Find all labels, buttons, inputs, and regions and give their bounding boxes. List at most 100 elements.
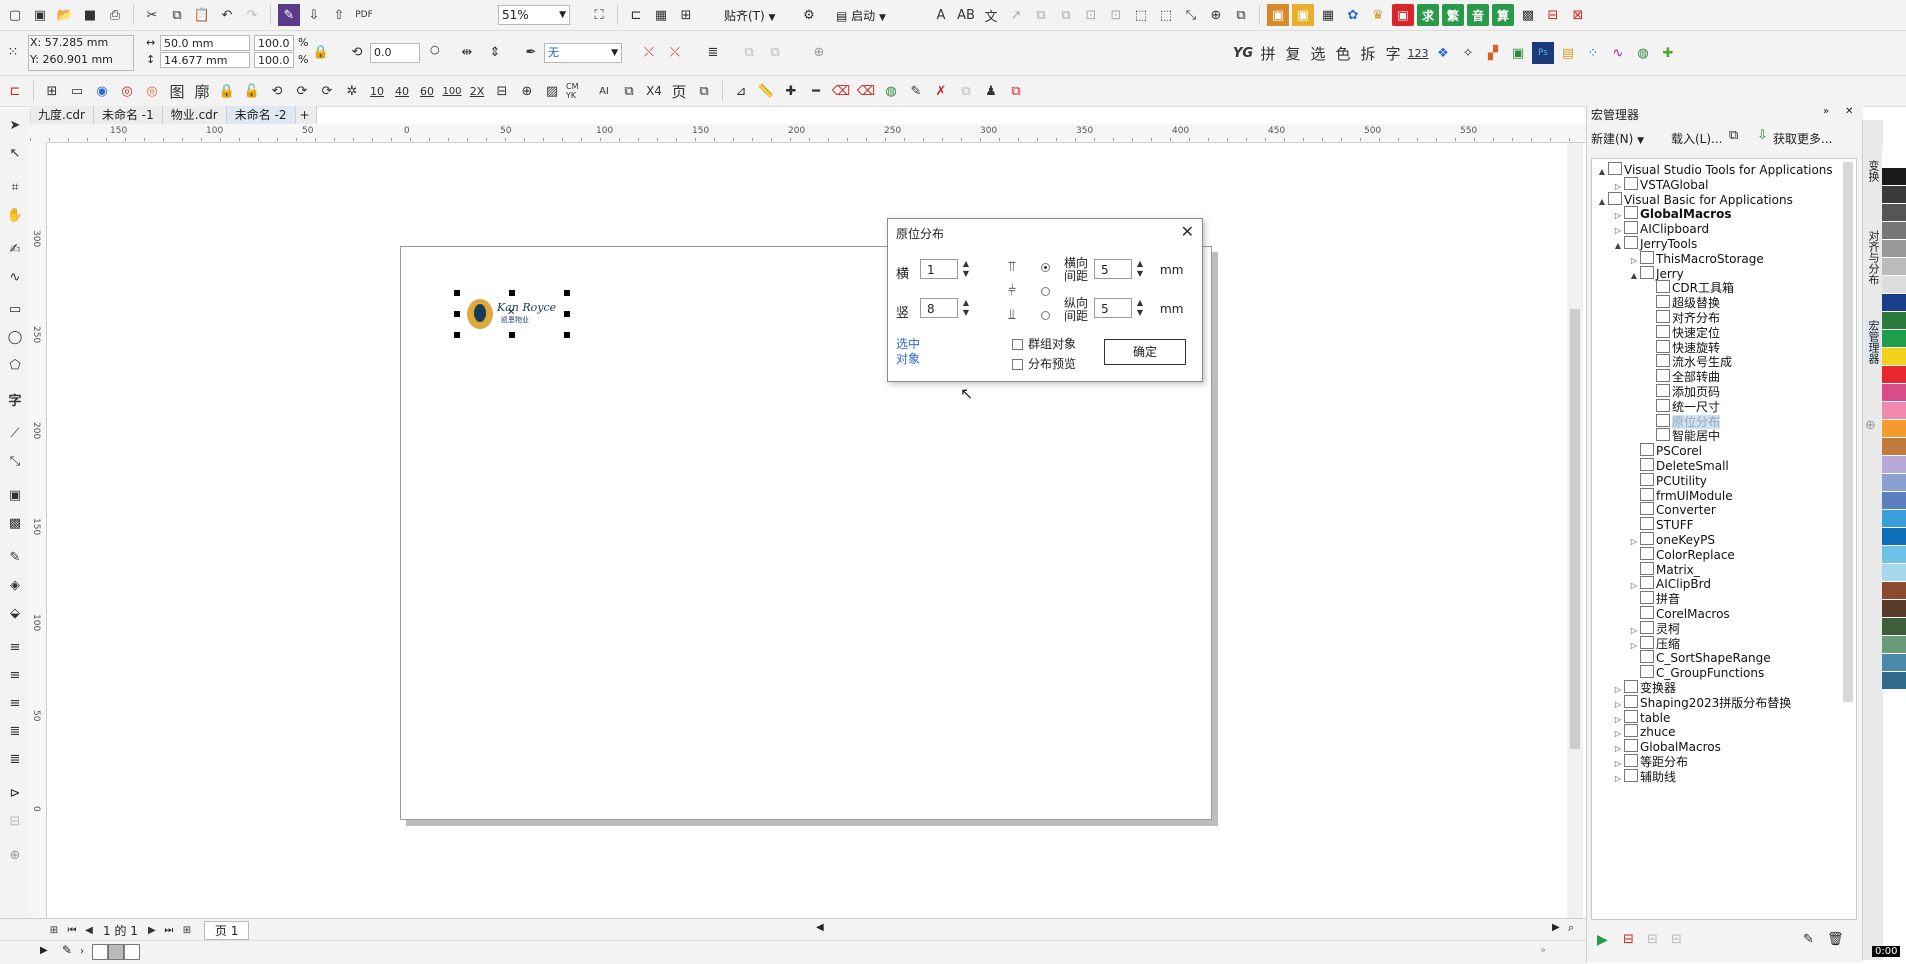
chevron-up-icon[interactable]: ▲ bbox=[1134, 298, 1146, 308]
color-swatch[interactable] bbox=[1882, 456, 1906, 474]
crop-tool-icon[interactable]: ⌗ bbox=[3, 176, 27, 198]
macro-curve-icon[interactable]: ∿ bbox=[1607, 42, 1629, 64]
tab-jiudu[interactable]: 九度.cdr bbox=[30, 106, 94, 124]
color-swatch[interactable] bbox=[1882, 636, 1906, 654]
color-swatch[interactable] bbox=[1882, 618, 1906, 636]
macro-xuan-icon[interactable]: 选 bbox=[1307, 42, 1329, 64]
color-swatch[interactable] bbox=[1882, 240, 1906, 258]
tree-node[interactable]: ▷ 辅助线 bbox=[1612, 768, 1676, 786]
color-swatch[interactable] bbox=[1882, 294, 1906, 312]
align-right-icon[interactable]: ≡ bbox=[3, 692, 27, 714]
macro-icon-17[interactable]: ⊟ bbox=[1542, 4, 1564, 26]
last-page-icon[interactable]: ⏭ bbox=[162, 919, 176, 941]
object-origin-icon[interactable]: ⁙ bbox=[2, 41, 24, 63]
color-swatch[interactable] bbox=[1882, 474, 1906, 492]
chevron-right-icon[interactable]: » bbox=[1540, 945, 1546, 956]
macro-knot-icon[interactable]: ❖ bbox=[1432, 42, 1454, 64]
macro-image-icon[interactable]: ▣ bbox=[1507, 42, 1529, 64]
color-swatch[interactable] bbox=[1882, 528, 1906, 546]
shape-tool-icon[interactable]: ↖ bbox=[3, 142, 27, 164]
macro-icon-10[interactable]: ⧉ bbox=[1230, 4, 1252, 26]
macro-globe-icon[interactable]: ◍ bbox=[1632, 42, 1654, 64]
color-swatch[interactable] bbox=[1882, 330, 1906, 348]
chevron-up-icon[interactable]: ▲ bbox=[960, 259, 972, 269]
eyedropper-icon[interactable]: ✎ bbox=[62, 943, 72, 957]
tab-untitled-2[interactable]: 未命名 -2 bbox=[226, 106, 296, 124]
macro-fu-icon[interactable]: 复 bbox=[1282, 42, 1304, 64]
macro-traditional-icon[interactable]: 繁 bbox=[1442, 4, 1464, 26]
settings-cog-icon[interactable]: ✲ bbox=[341, 80, 363, 102]
page-macro-icon[interactable]: 页 bbox=[668, 80, 690, 102]
ungroup-icon[interactable]: ⧉ bbox=[764, 41, 786, 63]
target-icon[interactable]: ⊕ bbox=[516, 80, 538, 102]
mirror-horizontal-icon[interactable]: ⇹ bbox=[456, 41, 478, 63]
polygon-tool-icon[interactable]: ⬠ bbox=[3, 354, 27, 376]
minus-icon[interactable]: ━ bbox=[805, 80, 827, 102]
ruler-icon[interactable]: 📏 bbox=[755, 80, 777, 102]
macro-tree[interactable]: ▲ Visual Studio Tools for Applications ▷ VS… bbox=[1591, 158, 1857, 920]
macro-icon-3[interactable]: ⧉ bbox=[1055, 4, 1077, 26]
justify-icon[interactable]: ≣ bbox=[3, 720, 27, 742]
color-swatch[interactable] bbox=[1882, 258, 1906, 276]
lock-ratio-icon[interactable]: 🔒 bbox=[310, 41, 332, 63]
color-swatch[interactable] bbox=[1882, 510, 1906, 528]
expand-toggle-icon[interactable]: ▲ bbox=[1596, 193, 1608, 211]
add-page-icon[interactable]: ⊞ bbox=[179, 919, 195, 941]
refresh-icon[interactable]: ⟳ bbox=[316, 80, 338, 102]
copy-icon[interactable]: ⧉ bbox=[1729, 128, 1738, 143]
tool-icon-2[interactable]: ▭ bbox=[66, 80, 88, 102]
show-grid-icon[interactable]: ▦ bbox=[650, 4, 672, 26]
close-icon[interactable]: ✕ bbox=[1181, 222, 1194, 241]
new-document-icon[interactable]: ▢ bbox=[4, 4, 26, 26]
size-60-icon[interactable]: 60 bbox=[416, 80, 438, 102]
macro-shape-icon[interactable]: ✧ bbox=[1457, 42, 1479, 64]
show-guides-icon[interactable]: ⊞ bbox=[675, 4, 697, 26]
interactive-fill-icon[interactable]: ◈ bbox=[3, 574, 27, 596]
expand-toggle-icon[interactable]: ▲ bbox=[1612, 237, 1624, 255]
distribute-preview-checkbox[interactable] bbox=[1012, 359, 1023, 370]
copy-pages-icon[interactable]: ⧉ bbox=[618, 80, 640, 102]
macro-icon-6[interactable]: ⬚ bbox=[1130, 4, 1152, 26]
next-page-icon[interactable]: ▶ bbox=[145, 919, 159, 941]
new-macro-dropdown[interactable]: 新建(N) ▼ bbox=[1591, 130, 1644, 147]
selection-handle[interactable] bbox=[509, 332, 515, 338]
color-swatch[interactable] bbox=[1882, 150, 1906, 168]
export-icon[interactable]: ⇧ bbox=[328, 4, 350, 26]
size-100-icon[interactable]: 100 bbox=[441, 80, 463, 102]
rotate-icon[interactable]: ⟲ bbox=[346, 41, 368, 63]
full-screen-icon[interactable]: ⛶ bbox=[588, 4, 610, 26]
macro-sound-icon[interactable]: 音 bbox=[1467, 4, 1489, 26]
export-pdf-icon[interactable]: PDF bbox=[353, 4, 375, 26]
chevron-up-icon[interactable]: ▲ bbox=[1134, 259, 1146, 269]
save-icon[interactable]: ■ bbox=[79, 4, 101, 26]
rotate-right-icon[interactable]: ⟳ bbox=[291, 80, 313, 102]
rotate-left-icon[interactable]: ⟲ bbox=[266, 80, 288, 102]
first-page-icon[interactable]: ⏮ bbox=[65, 919, 79, 941]
eraser-icon[interactable]: ⌫ bbox=[830, 80, 852, 102]
select-objects-link[interactable]: 选中对象 bbox=[896, 337, 924, 367]
macro-yg-icon[interactable]: YG bbox=[1232, 42, 1254, 64]
color-swatch[interactable] bbox=[1882, 402, 1906, 420]
scale-height-field[interactable]: 100.0 bbox=[254, 52, 294, 68]
macro-color-icon[interactable]: ▞ bbox=[1482, 42, 1504, 64]
drop-shadow-icon[interactable]: ▣ bbox=[3, 484, 27, 506]
macro-icon-9[interactable]: ⊕ bbox=[1205, 4, 1227, 26]
size-10-icon[interactable]: 10 bbox=[366, 80, 388, 102]
tool-icon-4[interactable]: ◎ bbox=[116, 80, 138, 102]
outline-width-select[interactable]: 无 ▼ bbox=[544, 43, 622, 63]
tab-transform[interactable]: 变换 bbox=[1865, 160, 1881, 182]
add-docker-icon[interactable]: ⊕ bbox=[1865, 418, 1876, 433]
macro-icon-15[interactable]: ▣ bbox=[1392, 4, 1414, 26]
eyedropper-icon[interactable]: ✎ bbox=[3, 546, 27, 568]
import-icon[interactable]: ⇩ bbox=[303, 4, 325, 26]
artistic-media-icon[interactable]: ∿ bbox=[3, 266, 27, 288]
chevron-up-icon[interactable]: ▲ bbox=[960, 298, 972, 308]
color-palette[interactable] bbox=[1882, 150, 1906, 950]
expand-toggle-icon[interactable]: ▷ bbox=[1612, 770, 1624, 788]
vertical-spacing-stepper[interactable]: ▲ ▼ bbox=[1134, 298, 1146, 318]
angle-field[interactable]: 0.0 bbox=[370, 43, 420, 63]
scroll-left-icon[interactable]: ◀ bbox=[816, 922, 824, 933]
macro-se-icon[interactable]: 色 bbox=[1332, 42, 1354, 64]
delete-macro-icon[interactable]: 🗑 bbox=[1827, 932, 1844, 947]
tool-icon-6[interactable]: ⧉ bbox=[955, 80, 977, 102]
